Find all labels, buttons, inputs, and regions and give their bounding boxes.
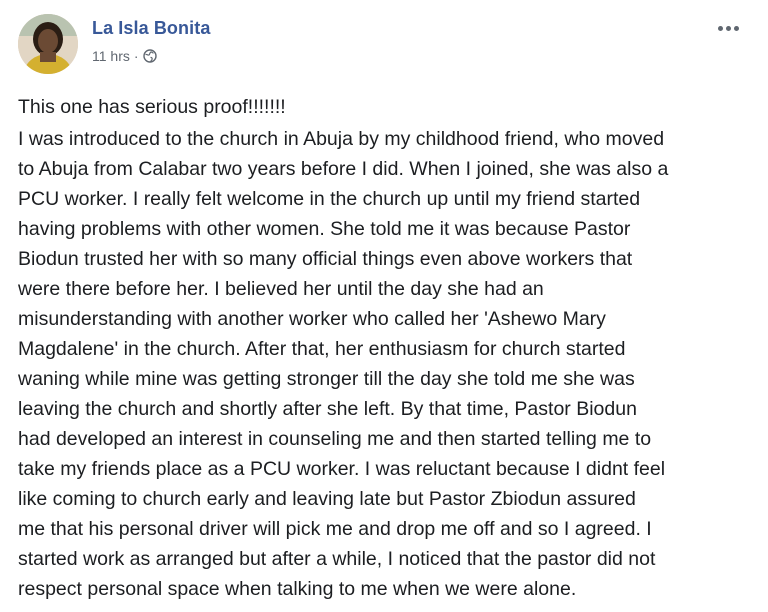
- post-meta: 11 hrs ·: [92, 48, 157, 64]
- post-text-line: had developed an interest in counseling …: [18, 428, 652, 450]
- meta-separator: ·: [133, 48, 139, 64]
- post-text-line: misunderstanding with another worker who…: [18, 308, 606, 330]
- post-text-line: like coming to church early and leaving …: [18, 488, 636, 510]
- author-name[interactable]: La Isla Bonita: [92, 18, 210, 39]
- post-text-line: take my friends place as a PCU worker. I…: [18, 458, 666, 480]
- post-text-line: to Abuja from Calabar two years before I…: [18, 158, 669, 180]
- more-options-button[interactable]: [710, 14, 746, 42]
- more-options-icon-dot: [733, 25, 739, 31]
- post-text-line: waning while mine was getting stronger t…: [18, 368, 635, 390]
- avatar-image: [18, 14, 78, 74]
- post-text: I was introduced to the church in Abuja …: [18, 124, 752, 604]
- post-timestamp[interactable]: 11 hrs: [92, 48, 130, 64]
- post-text-line: PCU worker. I really felt welcome in the…: [18, 188, 641, 210]
- post-text-line: started work as arranged but after a whi…: [18, 548, 656, 570]
- post-header: La Isla Bonita 11 hrs ·: [16, 12, 752, 76]
- post-text-line: I was introduced to the church in Abuja …: [18, 128, 665, 150]
- avatar[interactable]: [18, 14, 78, 74]
- post-headline: This one has serious proof!!!!!!!: [18, 96, 286, 118]
- globe-icon[interactable]: [142, 49, 157, 63]
- more-options-icon: [717, 25, 723, 31]
- facebook-post: La Isla Bonita 11 hrs · This one has ser…: [0, 0, 768, 612]
- post-text-line: me that his personal driver will pick me…: [18, 518, 652, 540]
- post-body: This one has serious proof!!!!!!! I was …: [18, 92, 752, 604]
- post-text-line: Biodun trusted her with so many official…: [18, 248, 633, 270]
- more-options-icon-dot: [725, 25, 731, 31]
- post-text-line: respect personal space when talking to m…: [18, 578, 577, 600]
- post-text-line: Magdalene' in the church. After that, he…: [18, 338, 626, 360]
- post-text-line: leaving the church and shortly after she…: [18, 398, 637, 420]
- post-text-line: were there before her. I believed her un…: [18, 278, 544, 300]
- post-text-line: having problems with other women. She to…: [18, 218, 631, 240]
